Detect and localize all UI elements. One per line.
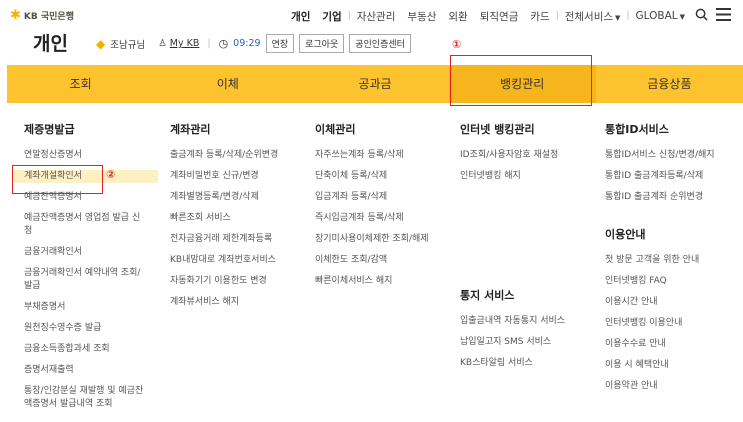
user-name: 조남규님 (110, 39, 146, 51)
menu-item[interactable]: 자주쓰는계좌 등록/삭제 (315, 149, 440, 162)
column-heading: 인터넷 뱅킹관리 (460, 123, 535, 136)
top-nav: 개인 기업 | 자산관리 부동산 외환 퇴직연금 카드 | 전체서비스 ▼ | G… (285, 7, 735, 25)
top-bar: ✱ KB 국민은행 개인 기업 | 자산관리 부동산 외환 퇴직연금 카드 | … (0, 0, 743, 30)
my-kb-link[interactable]: ♙ My KB (158, 38, 199, 49)
caret-down-icon: ▼ (615, 13, 621, 22)
menu-item[interactable]: 금융소득종합과세 조회 (24, 343, 146, 356)
tab-utility-bills[interactable]: 공과금 (301, 65, 448, 103)
menu-item[interactable]: KB내맘대로 계좌번호서비스 (170, 254, 290, 267)
tab-financial-products[interactable]: 금융상품 (596, 65, 743, 103)
person-icon: ♙ (158, 38, 167, 49)
caret-down-icon: ▼ (679, 13, 685, 21)
menu-item[interactable]: 입출금내역 자동통지 서비스 (460, 315, 590, 328)
menu-item[interactable]: 원천징수영수증 발급 (24, 322, 146, 335)
global-label: GLOBAL (635, 10, 678, 22)
topnav-global[interactable]: GLOBAL ▼ (629, 10, 691, 22)
menu-item[interactable]: 계좌비밀번호 신규/변경 (170, 170, 290, 183)
tab-inquiry[interactable]: 조회 (7, 65, 154, 103)
menu-item[interactable]: 계좌뷰서비스 해지 (170, 296, 290, 309)
clock-icon: ◷ (218, 37, 229, 50)
column-heading: 제증명발급 (24, 123, 75, 136)
column-heading: 통지 서비스 (460, 289, 515, 302)
header-row: 개인 ◆ 조남규님 ♙ My KB | ◷ 09:29 연장 로그아웃 공인인증… (0, 29, 743, 59)
menu-item[interactable]: 인터넷뱅킹 이용안내 (605, 317, 735, 330)
page-title: 개인 (33, 33, 68, 55)
menu-item[interactable]: 이용약관 안내 (605, 380, 735, 393)
menu-column-transfer-management: 이체관리 자주쓰는계좌 등록/삭제 단축이체 등록/삭제 입금계좌 등록/삭제 … (315, 121, 440, 296)
mega-menu: 제증명발급 연말정산증명서 계좌개설확인서 예금잔액증명서 예금잔액증명서 영업… (0, 103, 743, 422)
menu-item[interactable]: 인터넷뱅킹 해지 (460, 170, 590, 183)
main-nav: 조회 이체 공과금 뱅킹관리 금융상품 (7, 65, 743, 103)
topnav-realestate[interactable]: 부동산 (401, 9, 442, 24)
menu-item[interactable]: 단축이체 등록/삭제 (315, 170, 440, 183)
topnav-business[interactable]: 기업 (316, 9, 347, 24)
menu-item[interactable]: 이용수수료 안내 (605, 338, 735, 351)
menu-item[interactable]: 연말정산증명서 (24, 149, 146, 162)
menu-item[interactable]: 예금잔액증명서 영업점 발급 신청 (24, 212, 146, 238)
topnav-personal[interactable]: 개인 (285, 9, 316, 24)
menu-item[interactable]: 빠른조회 서비스 (170, 212, 290, 225)
menu-column-account-management: 계좌관리 출금계좌 등록/삭제/순위변경 계좌비밀번호 신규/변경 계좌별명등록… (170, 121, 290, 317)
highlight-box-banking (450, 55, 592, 106)
topnav-pension[interactable]: 퇴직연금 (474, 9, 525, 24)
column-heading: 이체관리 (315, 123, 356, 136)
topnav-forex[interactable]: 외환 (442, 9, 473, 24)
menu-item[interactable]: 첫 방문 고객을 위한 안내 (605, 254, 735, 267)
menu-item[interactable]: 입금계좌 등록/삭제 (315, 191, 440, 204)
column-heading: 이용안내 (605, 228, 646, 241)
user-bar: ◆ 조남규님 ♙ My KB | ◷ 09:29 연장 로그아웃 공인인증센터 (96, 34, 411, 53)
kb-logo[interactable]: ✱ KB 국민은행 (10, 9, 74, 22)
menu-item[interactable]: 금융거래확인서 예약내역 조회/발급 (24, 267, 146, 293)
hamburger-menu-icon[interactable] (712, 7, 735, 25)
menu-item[interactable]: 빠른이체서비스 해지 (315, 275, 440, 288)
menu-item[interactable]: 이용 시 혜택안내 (605, 359, 735, 372)
column-heading: 계좌관리 (170, 123, 211, 136)
extend-button[interactable]: 연장 (265, 34, 295, 53)
menu-item[interactable]: 장기미사용이체제한 조회/해제 (315, 233, 440, 246)
menu-item[interactable]: 통합ID 출금계좌등록/삭제 (605, 170, 735, 183)
menu-item[interactable]: 이용시간 안내 (605, 296, 735, 309)
my-kb-label: My KB (169, 38, 200, 49)
menu-item[interactable]: 통합ID서비스 신청/변경/해지 (605, 149, 735, 162)
menu-item[interactable]: KB스타알림 서비스 (460, 357, 590, 370)
tab-transfer[interactable]: 이체 (154, 65, 301, 103)
topnav-all-services[interactable]: 전체서비스 ▼ (559, 9, 627, 24)
menu-column-internet-banking: 인터넷 뱅킹관리 ID조회/사용자암호 재설정 인터넷뱅킹 해지 통지 서비스 … (460, 121, 590, 378)
menu-item[interactable]: 출금계좌 등록/삭제/순위변경 (170, 149, 290, 162)
session-timer: 09:29 (233, 38, 261, 49)
column-heading: 통합ID서비스 (605, 123, 669, 136)
all-services-label: 전체서비스 (564, 10, 614, 23)
menu-item[interactable]: 증명서재출력 (24, 364, 146, 377)
cert-center-button[interactable]: 공인인증센터 (349, 34, 411, 53)
topnav-card[interactable]: 카드 (524, 9, 555, 24)
logo-text: KB 국민은행 (23, 12, 74, 22)
highlight-box-account-cert (12, 165, 103, 194)
annotation-marker-1: ① (452, 38, 462, 51)
menu-item[interactable]: 이체한도 조회/감액 (315, 254, 440, 267)
annotation-marker-2: ② (106, 168, 116, 181)
search-icon[interactable] (691, 7, 712, 25)
menu-item[interactable]: 금융거래확인서 (24, 246, 146, 259)
menu-item[interactable]: 납입일고지 SMS 서비스 (460, 336, 590, 349)
menu-item[interactable]: 계좌별명등록/변경/삭제 (170, 191, 290, 204)
menu-item[interactable]: 통장/인감분실 재발행 및 예금잔액증명서 발급내역 조회 (24, 385, 146, 411)
menu-column-integrated-id: 통합ID서비스 통합ID서비스 신청/변경/해지 통합ID 출금계좌등록/삭제 … (605, 121, 735, 401)
menu-item[interactable]: 전자금융거래 제한계좌등록 (170, 233, 290, 246)
menu-item[interactable]: 즉시입금계좌 등록/삭제 (315, 212, 440, 225)
menu-item[interactable]: 인터넷뱅킹 FAQ (605, 275, 735, 288)
topnav-asset[interactable]: 자산관리 (351, 9, 402, 24)
logout-button[interactable]: 로그아웃 (299, 34, 345, 53)
shield-icon: ◆ (96, 36, 106, 51)
menu-item[interactable]: 통합ID 출금계좌 순위변경 (605, 191, 735, 204)
kb-star-icon: ✱ (10, 8, 21, 23)
menu-item[interactable]: 부채증명서 (24, 301, 146, 314)
divider: | (207, 38, 211, 49)
menu-item[interactable]: 자동화기기 이용한도 변경 (170, 275, 290, 288)
menu-item[interactable]: ID조회/사용자암호 재설정 (460, 149, 590, 162)
